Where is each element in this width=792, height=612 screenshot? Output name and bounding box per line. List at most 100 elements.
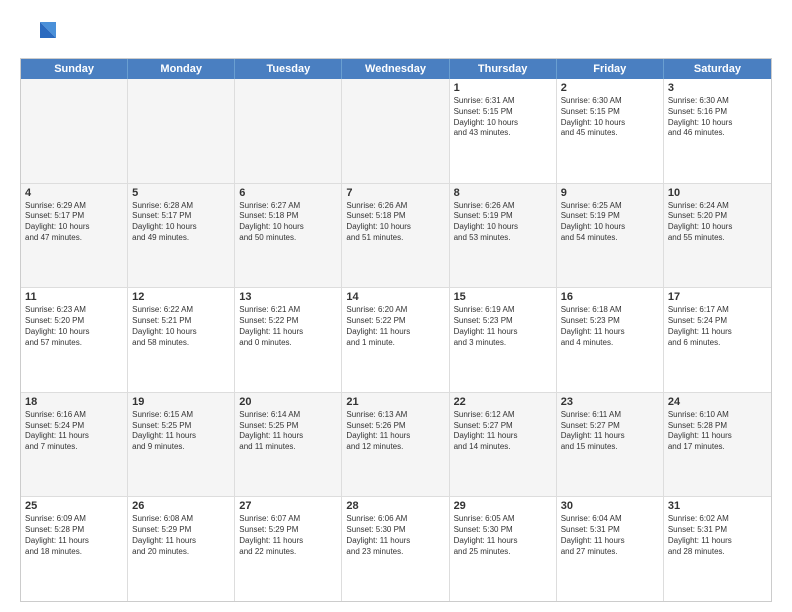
day-info: Sunrise: 6:29 AM Sunset: 5:17 PM Dayligh… xyxy=(25,201,123,244)
calendar-cell: 31 Sunrise: 6:02 AM Sunset: 5:31 PM Dayli… xyxy=(664,497,771,601)
day-number: 30 xyxy=(561,500,659,512)
calendar-cell: 29Sunrise: 6:05 AM Sunset: 5:30 PM Dayli… xyxy=(450,497,557,601)
day-number: 13 xyxy=(239,291,337,303)
calendar-cell: 10 Sunrise: 6:24 AM Sunset: 5:20 PM Dayli… xyxy=(664,184,771,288)
day-number: 11 xyxy=(25,291,123,303)
calendar-cell: 12 Sunrise: 6:22 AM Sunset: 5:21 PM Dayli… xyxy=(128,288,235,392)
header-day-tuesday: Tuesday xyxy=(235,59,342,79)
calendar-cell xyxy=(235,79,342,183)
day-info: Sunrise: 6:08 AM Sunset: 5:29 PM Dayligh… xyxy=(132,514,230,557)
day-info: Sunrise: 6:11 AM Sunset: 5:27 PM Dayligh… xyxy=(561,410,659,453)
day-number: 6 xyxy=(239,187,337,199)
day-number: 16 xyxy=(561,291,659,303)
day-info: Sunrise: 6:27 AM Sunset: 5:18 PM Dayligh… xyxy=(239,201,337,244)
calendar-cell: 25 Sunrise: 6:09 AM Sunset: 5:28 PM Dayli… xyxy=(21,497,128,601)
calendar-week-1: 1 Sunrise: 6:31 AM Sunset: 5:15 PM Daylig… xyxy=(21,79,771,184)
calendar-week-5: 25 Sunrise: 6:09 AM Sunset: 5:28 PM Dayli… xyxy=(21,497,771,601)
day-number: 24 xyxy=(668,396,767,408)
day-info: Sunrise: 6:22 AM Sunset: 5:21 PM Dayligh… xyxy=(132,305,230,348)
day-number: 4 xyxy=(25,187,123,199)
day-info: Sunrise: 6:06 AM Sunset: 5:30 PM Dayligh… xyxy=(346,514,444,557)
calendar: SundayMondayTuesdayWednesdayThursdayFrid… xyxy=(20,58,772,602)
day-number: 31 xyxy=(668,500,767,512)
calendar-cell: 30Sunrise: 6:04 AM Sunset: 5:31 PM Dayli… xyxy=(557,497,664,601)
calendar-cell: 2 Sunrise: 6:30 AM Sunset: 5:15 PM Daylig… xyxy=(557,79,664,183)
day-number: 19 xyxy=(132,396,230,408)
day-info: Sunrise: 6:09 AM Sunset: 5:28 PM Dayligh… xyxy=(25,514,123,557)
header-day-friday: Friday xyxy=(557,59,664,79)
day-number: 14 xyxy=(346,291,444,303)
day-info: Sunrise: 6:14 AM Sunset: 5:25 PM Dayligh… xyxy=(239,410,337,453)
logo xyxy=(20,16,62,52)
day-info: Sunrise: 6:30 AM Sunset: 5:16 PM Dayligh… xyxy=(668,96,767,139)
header-day-monday: Monday xyxy=(128,59,235,79)
day-info: Sunrise: 6:30 AM Sunset: 5:15 PM Dayligh… xyxy=(561,96,659,139)
day-number: 23 xyxy=(561,396,659,408)
day-info: Sunrise: 6:28 AM Sunset: 5:17 PM Dayligh… xyxy=(132,201,230,244)
day-number: 2 xyxy=(561,82,659,94)
day-info: Sunrise: 6:25 AM Sunset: 5:19 PM Dayligh… xyxy=(561,201,659,244)
day-number: 12 xyxy=(132,291,230,303)
day-info: Sunrise: 6:02 AM Sunset: 5:31 PM Dayligh… xyxy=(668,514,767,557)
calendar-cell: 6 Sunrise: 6:27 AM Sunset: 5:18 PM Daylig… xyxy=(235,184,342,288)
day-info: Sunrise: 6:13 AM Sunset: 5:26 PM Dayligh… xyxy=(346,410,444,453)
header-day-saturday: Saturday xyxy=(664,59,771,79)
day-info: Sunrise: 6:24 AM Sunset: 5:20 PM Dayligh… xyxy=(668,201,767,244)
day-number: 29 xyxy=(454,500,552,512)
day-info: Sunrise: 6:12 AM Sunset: 5:27 PM Dayligh… xyxy=(454,410,552,453)
day-info: Sunrise: 6:31 AM Sunset: 5:15 PM Dayligh… xyxy=(454,96,552,139)
calendar-cell: 17 Sunrise: 6:17 AM Sunset: 5:24 PM Dayli… xyxy=(664,288,771,392)
calendar-cell: 3 Sunrise: 6:30 AM Sunset: 5:16 PM Daylig… xyxy=(664,79,771,183)
day-number: 9 xyxy=(561,187,659,199)
day-info: Sunrise: 6:18 AM Sunset: 5:23 PM Dayligh… xyxy=(561,305,659,348)
day-info: Sunrise: 6:10 AM Sunset: 5:28 PM Dayligh… xyxy=(668,410,767,453)
calendar-cell: 13 Sunrise: 6:21 AM Sunset: 5:22 PM Dayli… xyxy=(235,288,342,392)
calendar-cell: 7 Sunrise: 6:26 AM Sunset: 5:18 PM Daylig… xyxy=(342,184,449,288)
day-number: 22 xyxy=(454,396,552,408)
day-number: 10 xyxy=(668,187,767,199)
calendar-cell: 28 Sunrise: 6:06 AM Sunset: 5:30 PM Dayli… xyxy=(342,497,449,601)
calendar-cell: 9 Sunrise: 6:25 AM Sunset: 5:19 PM Daylig… xyxy=(557,184,664,288)
calendar-cell xyxy=(342,79,449,183)
day-info: Sunrise: 6:26 AM Sunset: 5:18 PM Dayligh… xyxy=(346,201,444,244)
calendar-week-4: 18 Sunrise: 6:16 AM Sunset: 5:24 PM Dayli… xyxy=(21,393,771,498)
calendar-cell xyxy=(21,79,128,183)
header xyxy=(20,16,772,52)
day-info: Sunrise: 6:07 AM Sunset: 5:29 PM Dayligh… xyxy=(239,514,337,557)
day-info: Sunrise: 6:26 AM Sunset: 5:19 PM Dayligh… xyxy=(454,201,552,244)
calendar-header: SundayMondayTuesdayWednesdayThursdayFrid… xyxy=(21,59,771,79)
day-number: 3 xyxy=(668,82,767,94)
page: SundayMondayTuesdayWednesdayThursdayFrid… xyxy=(0,0,792,612)
calendar-cell: 1 Sunrise: 6:31 AM Sunset: 5:15 PM Daylig… xyxy=(450,79,557,183)
day-number: 18 xyxy=(25,396,123,408)
calendar-cell: 23 Sunrise: 6:11 AM Sunset: 5:27 PM Dayli… xyxy=(557,393,664,497)
calendar-cell: 14Sunrise: 6:20 AM Sunset: 5:22 PM Dayli… xyxy=(342,288,449,392)
day-number: 15 xyxy=(454,291,552,303)
day-info: Sunrise: 6:15 AM Sunset: 5:25 PM Dayligh… xyxy=(132,410,230,453)
day-number: 1 xyxy=(454,82,552,94)
calendar-cell xyxy=(128,79,235,183)
calendar-cell: 16 Sunrise: 6:18 AM Sunset: 5:23 PM Dayli… xyxy=(557,288,664,392)
day-number: 28 xyxy=(346,500,444,512)
day-number: 25 xyxy=(25,500,123,512)
calendar-cell: 4 Sunrise: 6:29 AM Sunset: 5:17 PM Daylig… xyxy=(21,184,128,288)
header-day-thursday: Thursday xyxy=(450,59,557,79)
day-number: 26 xyxy=(132,500,230,512)
day-number: 5 xyxy=(132,187,230,199)
calendar-cell: 8Sunrise: 6:26 AM Sunset: 5:19 PM Daylig… xyxy=(450,184,557,288)
day-info: Sunrise: 6:16 AM Sunset: 5:24 PM Dayligh… xyxy=(25,410,123,453)
calendar-cell: 19 Sunrise: 6:15 AM Sunset: 5:25 PM Dayli… xyxy=(128,393,235,497)
calendar-cell: 5 Sunrise: 6:28 AM Sunset: 5:17 PM Daylig… xyxy=(128,184,235,288)
calendar-body: 1 Sunrise: 6:31 AM Sunset: 5:15 PM Daylig… xyxy=(21,79,771,601)
calendar-cell: 11 Sunrise: 6:23 AM Sunset: 5:20 PM Dayli… xyxy=(21,288,128,392)
day-number: 17 xyxy=(668,291,767,303)
calendar-cell: 18 Sunrise: 6:16 AM Sunset: 5:24 PM Dayli… xyxy=(21,393,128,497)
day-info: Sunrise: 6:21 AM Sunset: 5:22 PM Dayligh… xyxy=(239,305,337,348)
calendar-cell: 26 Sunrise: 6:08 AM Sunset: 5:29 PM Dayli… xyxy=(128,497,235,601)
day-number: 7 xyxy=(346,187,444,199)
day-info: Sunrise: 6:17 AM Sunset: 5:24 PM Dayligh… xyxy=(668,305,767,348)
day-number: 21 xyxy=(346,396,444,408)
calendar-cell: 27Sunrise: 6:07 AM Sunset: 5:29 PM Dayli… xyxy=(235,497,342,601)
calendar-week-3: 11 Sunrise: 6:23 AM Sunset: 5:20 PM Dayli… xyxy=(21,288,771,393)
day-info: Sunrise: 6:23 AM Sunset: 5:20 PM Dayligh… xyxy=(25,305,123,348)
